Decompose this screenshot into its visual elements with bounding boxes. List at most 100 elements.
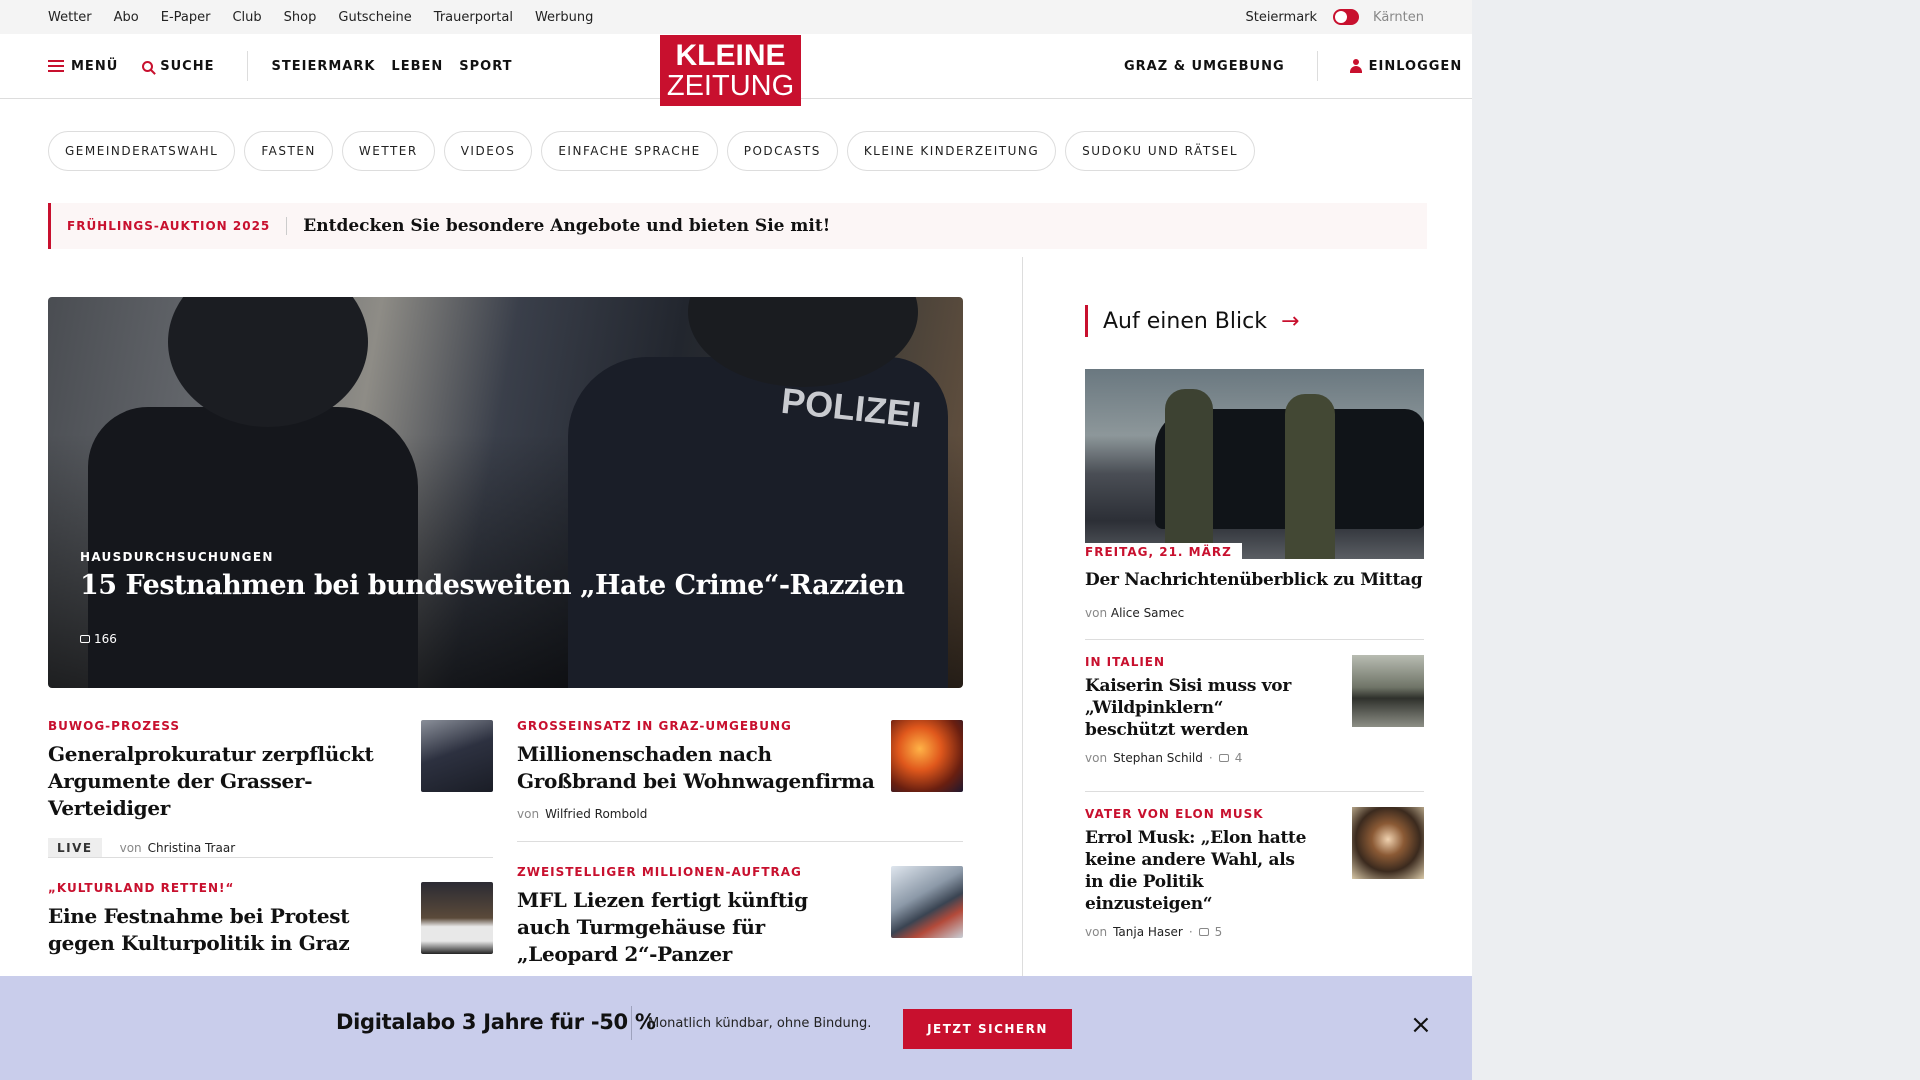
sidebar-heading[interactable]: Auf einen Blick → (1085, 305, 1299, 337)
chip-gemeinderatswahl[interactable]: GEMEINDERATSWAHL (48, 131, 236, 171)
byline-prefix: von (119, 841, 142, 855)
sidebar-lead-title[interactable]: Der Nachrichtenüberblick zu Mittag (1085, 570, 1423, 590)
article-thumbnail-grossbrand[interactable] (891, 720, 963, 792)
hero-kicker: HAUSDURCHSUCHUNGEN (80, 550, 274, 564)
article-meta: von Tanja Haser · 5 (1085, 925, 1424, 939)
nav-steiermark[interactable]: STEIERMARK (272, 59, 376, 74)
article-author[interactable]: Stephan Schild (1113, 751, 1203, 765)
article-title-line: auch Turmgehäuse für (517, 915, 765, 939)
search-button[interactable]: SUCHE (142, 59, 214, 74)
utility-link-club[interactable]: Club (232, 10, 261, 25)
live-badge: LIVE (48, 838, 102, 858)
sidebar-thumbnail-musk[interactable] (1352, 807, 1424, 879)
sidebar-lead-image[interactable] (1085, 369, 1424, 559)
article-divider (48, 857, 493, 858)
comment-count[interactable]: 4 (1235, 751, 1243, 765)
image-soldier-1 (1165, 389, 1213, 559)
menu-button[interactable]: MENÜ (48, 59, 118, 74)
article-title[interactable]: Kaiserin Sisi muss vor „Wildpinklern“ be… (1085, 675, 1315, 741)
comment-icon (1198, 928, 1209, 936)
utility-link-werbung[interactable]: Werbung (535, 10, 593, 25)
hero-comment-count: 166 (94, 632, 117, 646)
image-soldier-2 (1285, 394, 1335, 559)
utility-link-wetter[interactable]: Wetter (48, 10, 92, 25)
page: Wetter Abo E-Paper Club Shop Gutscheine … (0, 0, 1472, 1080)
login-button[interactable]: EINLOGGEN (1349, 59, 1463, 74)
article-thumbnail-kulturland[interactable] (421, 882, 493, 954)
comment-icon (1218, 754, 1229, 762)
banner-cta-button[interactable]: JETZT SICHERN (903, 1009, 1072, 1049)
promo-tag: FRÜHLINGS-AUKTION 2025 (51, 217, 288, 235)
article-title-line: MFL Liezen fertigt künftig (517, 888, 808, 912)
article-title-line: „Leopard 2“-Panzer (517, 942, 733, 966)
site-logo[interactable]: KLEINE ZEITUNG (660, 35, 801, 106)
hero-image-officer-1 (88, 407, 418, 688)
region-switch: Steiermark Kärnten (1245, 0, 1424, 34)
byline-prefix: von (1085, 925, 1108, 939)
utility-link-trauerportal[interactable]: Trauerportal (434, 10, 513, 25)
article-title-line: Eine Festnahme bei Protest (48, 904, 350, 928)
utility-links: Wetter Abo E-Paper Club Shop Gutscheine … (48, 0, 593, 34)
article-divider (517, 841, 963, 842)
utility-bar: Wetter Abo E-Paper Club Shop Gutscheine … (0, 0, 1472, 34)
utility-link-abo[interactable]: Abo (114, 10, 139, 25)
article-kulturland[interactable]: „KULTURLAND RETTEN!“ Eine Festnahme bei … (48, 881, 378, 957)
nav-graz-umgebung[interactable]: GRAZ & UMGEBUNG (1124, 59, 1285, 74)
sidebar-article-musk[interactable]: VATER VON ELON MUSK Errol Musk: „Elon ha… (1085, 807, 1424, 939)
hero-comments[interactable]: 166 (80, 632, 117, 646)
banner-title: Digitalabo 3 Jahre für -50 % (336, 1010, 656, 1034)
chip-einfache-sprache[interactable]: EINFACHE SPRACHE (541, 131, 718, 171)
article-grossbrand[interactable]: GROSSEINSATZ IN GRAZ-UMGEBUNG Millionens… (517, 719, 877, 821)
article-thumbnail-mfl[interactable] (891, 866, 963, 938)
sidebar-article-sisi[interactable]: IN ITALIEN Kaiserin Sisi muss vor „Wildp… (1085, 655, 1424, 765)
region-steiermark[interactable]: Steiermark (1245, 10, 1317, 25)
article-buwog[interactable]: BUWOG-PROZESS Generalprokuratur zerpflüc… (48, 719, 378, 858)
meta-dot: · (1188, 925, 1193, 939)
sidebar-lead-author[interactable]: Alice Samec (1111, 606, 1184, 620)
article-mfl-liezen[interactable]: ZWEISTELLIGER MILLIONEN-AUFTRAG MFL Liez… (517, 865, 877, 968)
article-author[interactable]: Christina Traar (148, 841, 235, 855)
promo-text[interactable]: Entdecken Sie besondere Angebote und bie… (287, 216, 830, 236)
sidebar-divider (1085, 791, 1424, 792)
nav-leben[interactable]: LEBEN (391, 59, 443, 74)
chip-fasten[interactable]: FASTEN (244, 131, 333, 171)
region-kaernten[interactable]: Kärnten (1373, 10, 1424, 25)
arrow-right-icon: → (1280, 308, 1300, 334)
hero-article[interactable]: POLIZEI HAUSDURCHSUCHUNGEN 15 Festnahmen… (48, 297, 963, 688)
search-icon (142, 60, 154, 72)
article-author[interactable]: Tanja Haser (1113, 925, 1183, 939)
search-label: SUCHE (160, 58, 215, 74)
article-title[interactable]: MFL Liezen fertigt künftig auch Turmgehä… (517, 887, 877, 968)
hero-title[interactable]: 15 Festnahmen bei bundesweiten „Hate Cri… (80, 570, 905, 601)
logo-line-1: KLEINE (675, 39, 786, 72)
article-kicker: GROSSEINSATZ IN GRAZ-UMGEBUNG (517, 719, 792, 733)
chip-kinderzeitung[interactable]: KLEINE KINDERZEITUNG (846, 131, 1057, 171)
nav-sport[interactable]: SPORT (459, 59, 512, 74)
user-icon (1349, 59, 1362, 73)
article-title[interactable]: Eine Festnahme bei Protest gegen Kulturp… (48, 903, 378, 957)
subscription-banner: Digitalabo 3 Jahre für -50 % Monatlich k… (0, 976, 1472, 1080)
chip-podcasts[interactable]: PODCASTS (726, 131, 838, 171)
byline-prefix: von (517, 807, 540, 821)
comment-count[interactable]: 5 (1215, 925, 1223, 939)
chip-sudoku[interactable]: SUDOKU UND RÄTSEL (1065, 131, 1256, 171)
sidebar-divider (1085, 639, 1424, 640)
banner-divider (631, 1006, 632, 1040)
utility-link-shop[interactable]: Shop (284, 10, 317, 25)
utility-link-gutscheine[interactable]: Gutscheine (338, 10, 411, 25)
article-title[interactable]: Millionenschaden nach Großbrand bei Wohn… (517, 741, 877, 795)
sidebar-thumbnail-sisi[interactable] (1352, 655, 1424, 727)
promo-bar[interactable]: FRÜHLINGS-AUKTION 2025 Entdecken Sie bes… (48, 203, 1427, 249)
article-thumbnail-buwog[interactable] (421, 720, 493, 792)
region-toggle[interactable] (1333, 9, 1360, 25)
utility-link-epaper[interactable]: E-Paper (161, 10, 211, 25)
article-title[interactable]: Errol Musk: „Elon hatte keine andere Wah… (1085, 827, 1315, 915)
chip-videos[interactable]: VIDEOS (443, 131, 533, 171)
chip-wetter[interactable]: WETTER (341, 131, 435, 171)
article-author[interactable]: Wilfried Rombold (545, 807, 647, 821)
article-title-line: Großbrand bei Wohnwagenfirma (517, 769, 875, 793)
topic-chips: GEMEINDERATSWAHL FASTEN WETTER VIDEOS EI… (48, 131, 1256, 171)
article-title-line: gegen Kulturpolitik in Graz (48, 931, 350, 955)
close-icon[interactable]: × (1410, 1012, 1432, 1038)
article-title[interactable]: Generalprokuratur zerpflückt Argumente d… (48, 741, 378, 822)
